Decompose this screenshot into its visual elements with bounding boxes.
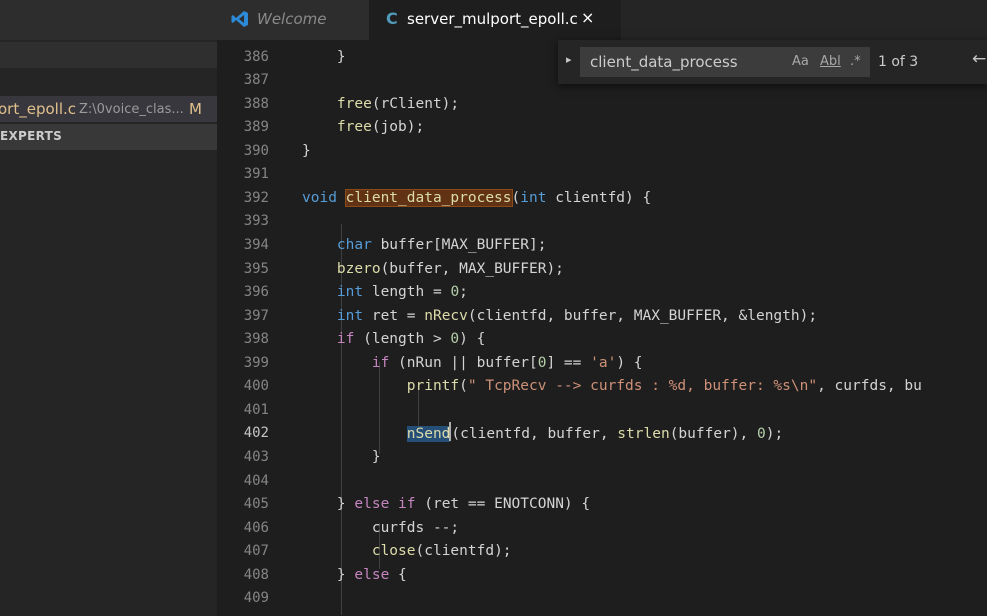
line-number: 401 xyxy=(243,402,269,418)
code-line: 401 xyxy=(217,399,987,422)
code-text: } else if (ret == ENOTCONN) { xyxy=(302,496,591,512)
code-line: 389 free(job); xyxy=(217,116,987,139)
vscode-icon xyxy=(231,11,248,27)
line-number: 405 xyxy=(243,496,269,512)
close-icon[interactable]: × xyxy=(581,8,594,27)
code-line: 400 printf(" TcpRecv --> curfds : %d, bu… xyxy=(217,375,987,398)
code-line-active: 402 nSend(clientfd, buffer, strlen(buffe… xyxy=(217,422,987,445)
line-number: 393 xyxy=(243,213,269,229)
line-number: 399 xyxy=(243,355,269,371)
code-line: 395 bzero(buffer, MAX_BUFFER); xyxy=(217,258,987,281)
line-number: 397 xyxy=(243,308,269,324)
line-number: 391 xyxy=(243,166,269,182)
line-number: 400 xyxy=(243,378,269,394)
code-line: 399 if (nRun || buffer[0] == 'a') { xyxy=(217,352,987,375)
code-text: close(clientfd); xyxy=(371,543,512,559)
regex-toggle[interactable]: .* xyxy=(850,54,861,69)
code-line: 393 xyxy=(217,210,987,233)
line-number: 396 xyxy=(243,284,269,300)
line-number: 392 xyxy=(243,190,269,206)
tab-label: server_mulport_epoll.c xyxy=(407,10,578,28)
line-number: 390 xyxy=(243,143,269,159)
toggle-replace-icon[interactable]: ▸ xyxy=(566,53,572,66)
explorer-file-path: Z:\0voice_clas... xyxy=(79,102,184,117)
modified-badge: M xyxy=(189,100,202,118)
editor-tab-bar: Welcome C server_mulport_epoll.c × xyxy=(217,0,987,40)
open-editors-header[interactable] xyxy=(0,42,217,68)
whole-word-toggle[interactable]: Abl xyxy=(820,54,841,69)
line-number: 394 xyxy=(243,237,269,253)
find-widget: ▸ client_data_process Aa Abl .* 1 of 3 ← xyxy=(558,40,987,84)
explorer-sidebar: ort_epoll.c Z:\0voice_clas... M EXPERTS xyxy=(0,0,217,616)
match-case-toggle[interactable]: Aa xyxy=(792,54,809,69)
code-line: 396 int length = 0; xyxy=(217,281,987,304)
text-cursor xyxy=(449,422,452,441)
code-line: 397 int ret = nRecv(clientfd, buffer, MA… xyxy=(217,305,987,328)
code-line: 408 } else { xyxy=(217,564,987,587)
c-file-icon: C xyxy=(386,9,398,28)
code-line: 388 free(rClient); xyxy=(217,93,987,116)
code-editor[interactable]: 386 } 387 388 free(rClient); 389 free(jo… xyxy=(217,40,987,616)
code-text: } xyxy=(302,449,381,465)
line-number: 388 xyxy=(243,96,269,112)
sidebar-top-bar xyxy=(0,0,217,40)
line-number: 407 xyxy=(243,543,269,559)
code-text: } xyxy=(302,143,311,159)
code-text: int ret = nRecv(clientfd, buffer, MAX_BU… xyxy=(336,308,818,324)
code-line: 407 close(clientfd); xyxy=(217,540,987,563)
line-number: 404 xyxy=(243,473,269,489)
code-text: curfds --; xyxy=(302,520,460,536)
explorer-section-header[interactable]: EXPERTS xyxy=(0,124,217,150)
code-line: 394 char buffer[MAX_BUFFER]; xyxy=(217,234,987,257)
line-number: 387 xyxy=(243,72,269,88)
line-number: 398 xyxy=(243,331,269,347)
line-number: 402 xyxy=(243,425,269,441)
code-text: void client_data_process(int clientfd) { xyxy=(302,189,652,207)
code-line: 405 } else if (ret == ENOTCONN) { xyxy=(217,493,987,516)
tab-server-mulport-epoll[interactable]: C server_mulport_epoll.c × xyxy=(369,0,621,40)
code-text: free(job); xyxy=(336,119,425,135)
code-line: 409 xyxy=(217,587,987,610)
code-text: int length = 0; xyxy=(336,284,468,300)
code-line: 398 if (length > 0) { xyxy=(217,328,987,351)
explorer-file-name: ort_epoll.c xyxy=(0,100,77,118)
tab-welcome[interactable]: Welcome xyxy=(217,0,369,40)
previous-match-icon[interactable]: ← xyxy=(972,49,986,69)
line-number: 386 xyxy=(243,49,269,65)
code-text: char buffer[MAX_BUFFER]; xyxy=(336,237,547,253)
code-line: 406 curfds --; xyxy=(217,517,987,540)
code-text: } xyxy=(302,49,346,65)
line-number: 409 xyxy=(243,590,269,606)
code-line: 391 xyxy=(217,163,987,186)
line-number: 406 xyxy=(243,520,269,536)
explorer-section-label: EXPERTS xyxy=(0,129,63,143)
code-text: bzero(buffer, MAX_BUFFER); xyxy=(336,261,564,277)
find-input-value: client_data_process xyxy=(590,53,738,71)
code-line: 392 void client_data_process(int clientf… xyxy=(217,187,987,210)
explorer-file-item[interactable]: ort_epoll.c Z:\0voice_clas... M xyxy=(0,96,217,122)
line-number: 395 xyxy=(243,261,269,277)
code-text: } else { xyxy=(302,567,407,583)
tab-label: Welcome xyxy=(257,10,327,28)
line-number: 403 xyxy=(243,449,269,465)
code-text: free(rClient); xyxy=(336,96,460,112)
line-number: 408 xyxy=(243,567,269,583)
code-line: 403 } xyxy=(217,446,987,469)
code-line: 390 } xyxy=(217,140,987,163)
find-input[interactable]: client_data_process Aa Abl .* xyxy=(580,47,870,77)
code-line: 404 xyxy=(217,470,987,493)
match-count: 1 of 3 xyxy=(878,54,919,70)
code-text: printf(" TcpRecv --> curfds : %d, buffer… xyxy=(406,378,922,394)
line-number: 389 xyxy=(243,119,269,135)
code-text: nSend(clientfd, buffer, strlen(buffer), … xyxy=(302,422,783,446)
code-text: if (nRun || buffer[0] == 'a') { xyxy=(371,355,643,371)
code-text: if (length > 0) { xyxy=(336,331,486,347)
